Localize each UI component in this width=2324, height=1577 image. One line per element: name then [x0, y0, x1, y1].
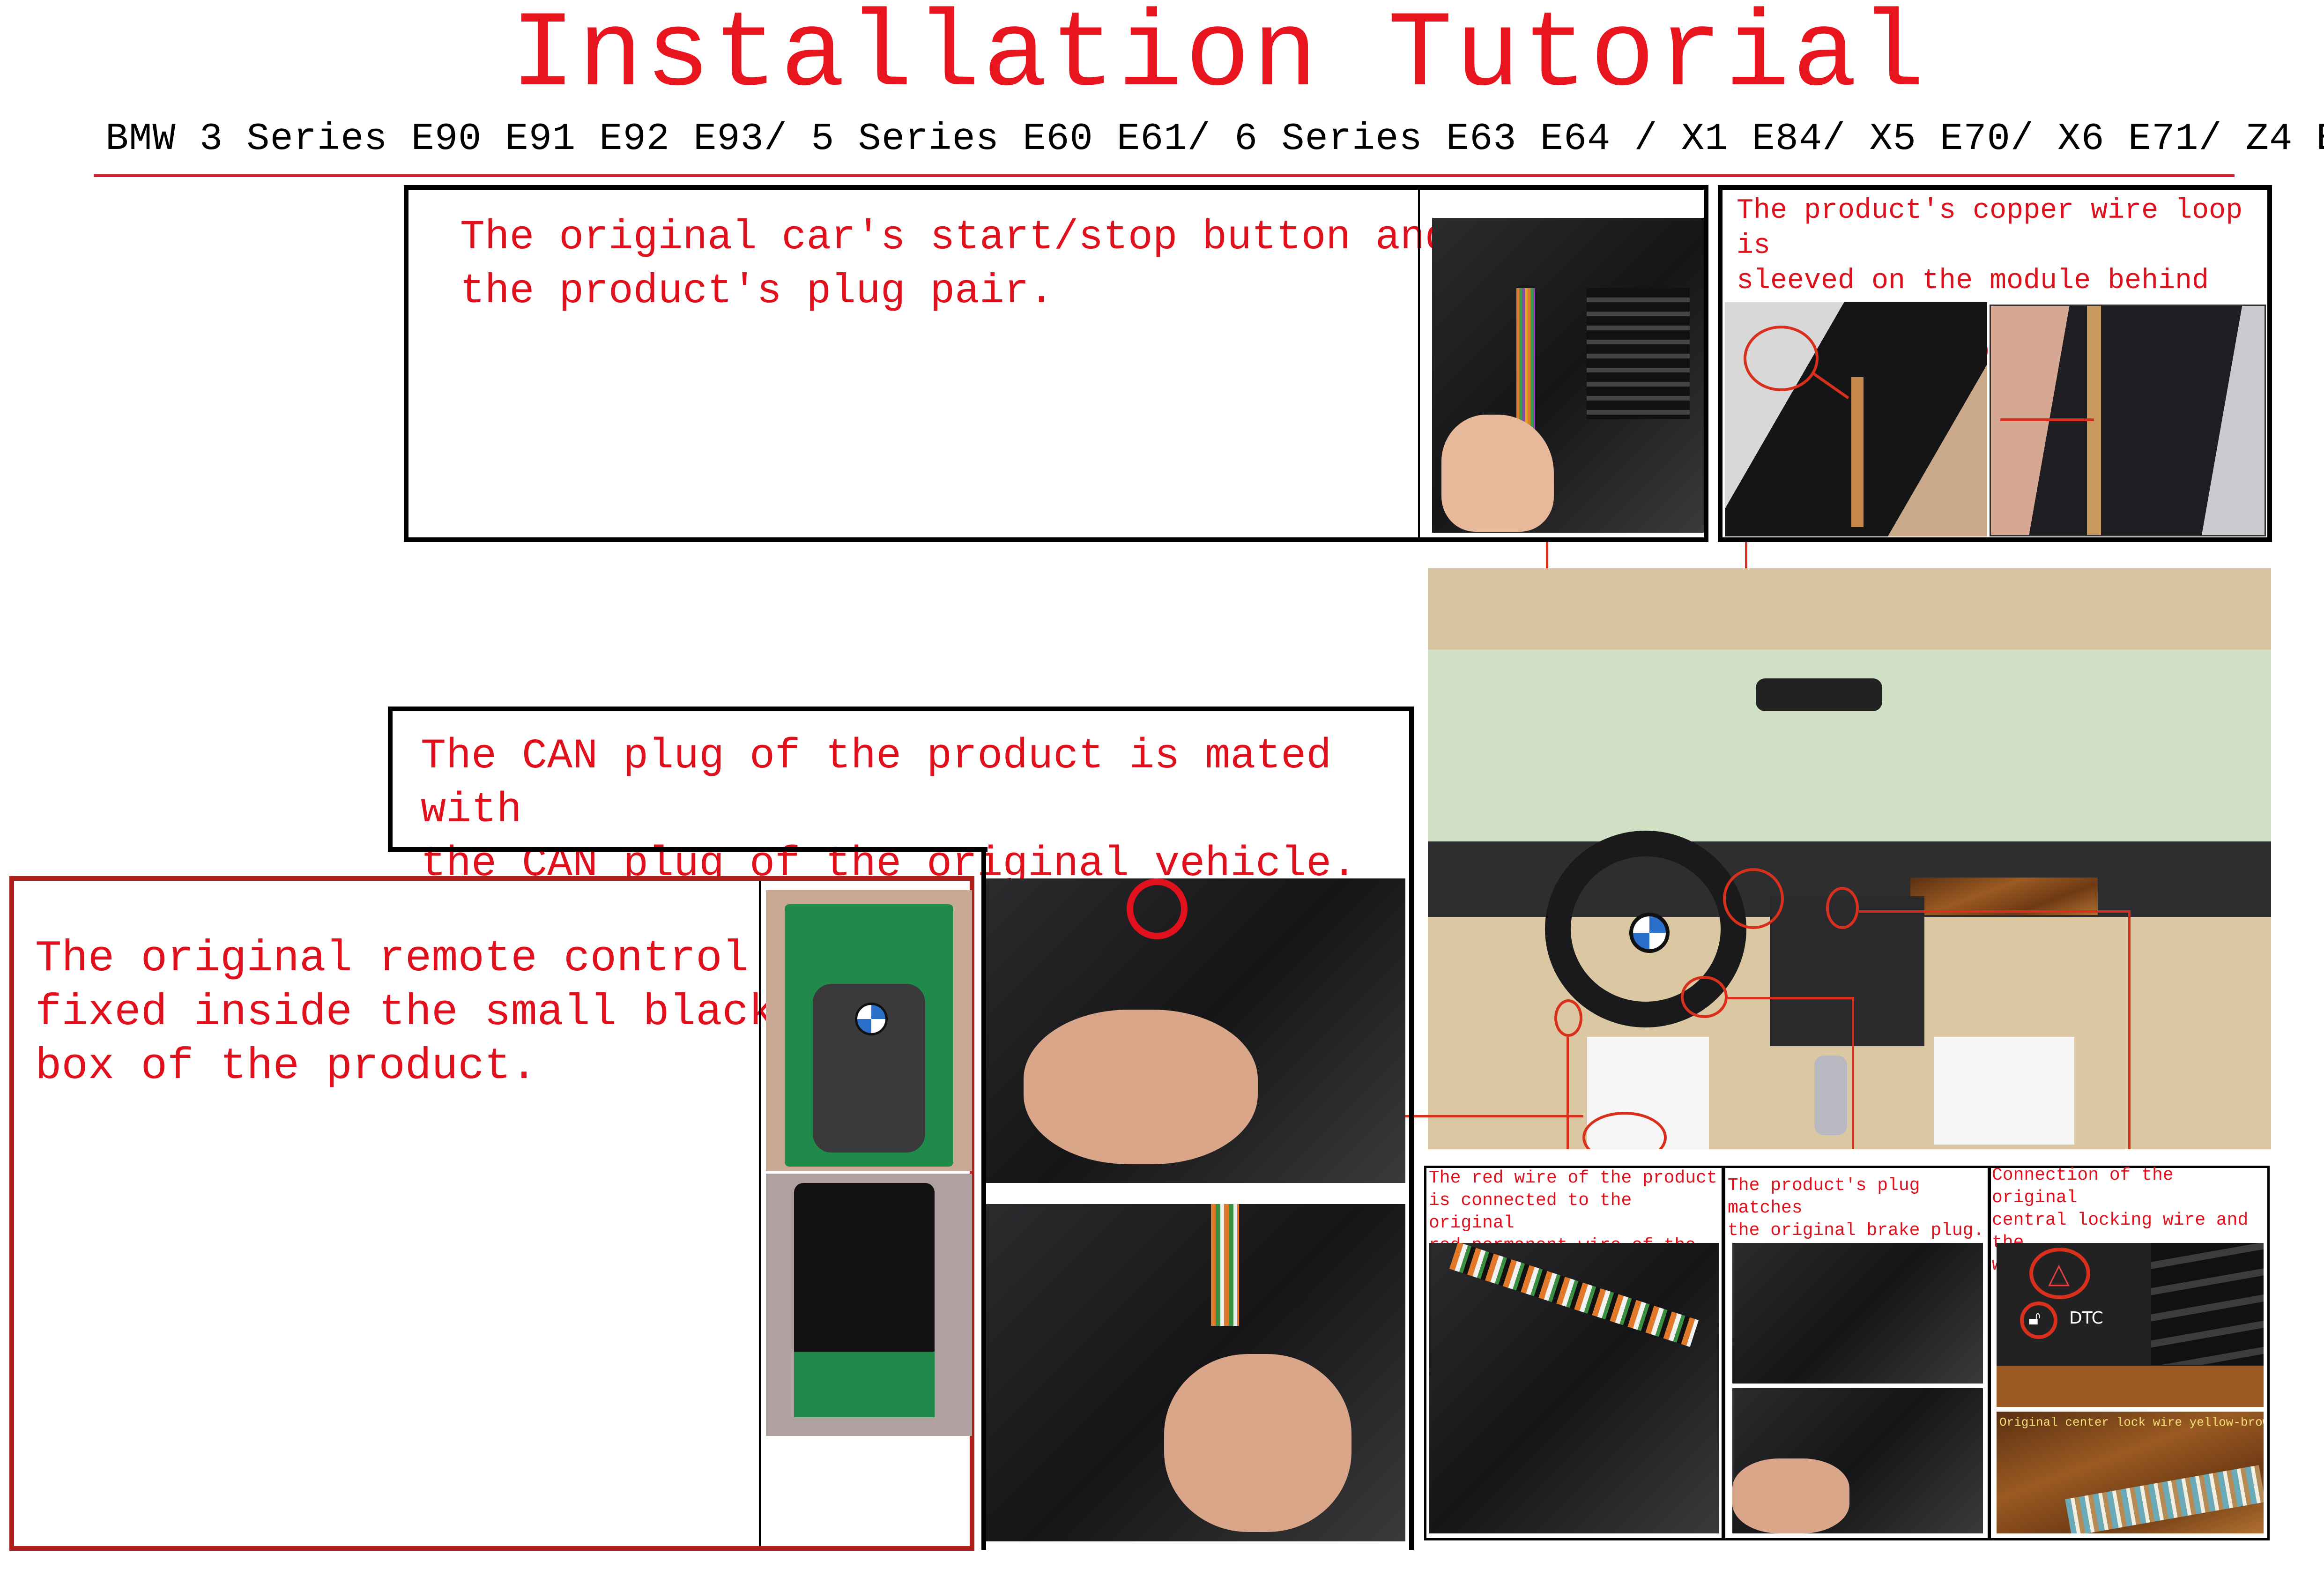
- brake-plug-photo-2: [1732, 1388, 1983, 1533]
- remote-caption: The original remote control is fixed ins…: [35, 934, 828, 1092]
- brake-plug-panel: The product's plug matches the original …: [1723, 1166, 1990, 1540]
- remote-panel: The original remote control is fixed ins…: [9, 876, 974, 1551]
- floor-mat-right: [1934, 1037, 2074, 1145]
- lock-icon: 🔓︎: [2028, 1308, 2041, 1329]
- red-wire-photo: [1429, 1243, 1719, 1533]
- start-stop-caption: The original car's start/stop button and…: [460, 215, 1450, 315]
- copper-closeup-photo: [1990, 305, 2266, 536]
- red-wire-marker: [1554, 999, 1582, 1037]
- rearview-mirror: [1756, 678, 1882, 711]
- connector-lock-h: [1859, 910, 2131, 913]
- wire-bundle: [2065, 1465, 2264, 1533]
- connector-brake-v: [1852, 997, 1854, 1149]
- pointer-arrow: [1813, 372, 1849, 400]
- remote-panel-divider: [759, 881, 761, 1546]
- copper-loop-panel: The product's copper wire loop is sleeve…: [1718, 185, 2272, 542]
- start-button-marker: [1723, 868, 1784, 929]
- cabin-interior-photo: [1428, 568, 2271, 1149]
- pointer-line: [2000, 418, 2094, 421]
- can-plug-photo-1: [986, 878, 1405, 1183]
- page-title: Installation Tutorial: [511, 0, 1928, 117]
- panel-divider: [1418, 190, 1420, 537]
- central-lock-panel: Connection of the original central locki…: [1989, 1165, 2270, 1540]
- dtc-panel-photo: △ 🔓︎ DTC: [1997, 1243, 2264, 1407]
- lock-button-marker: [1826, 887, 1859, 929]
- copper-loop: [1851, 377, 1864, 527]
- hand: [1732, 1458, 1849, 1533]
- brake-plug-caption: The product's plug matches the original …: [1728, 1175, 1984, 1241]
- gear-shifter: [1814, 1056, 1847, 1135]
- wire-harness: [1449, 1243, 1699, 1347]
- bmw-logo: [1629, 913, 1670, 953]
- connector-can-h: [1405, 1115, 1583, 1117]
- highlight-circle: [1744, 326, 1819, 391]
- lock-wire-label: Original center lock wire yellow-brown: [1999, 1415, 2264, 1429]
- remote-photo-1: [766, 890, 972, 1171]
- can-panel-right-border: [1409, 707, 1414, 1550]
- wire-bundle: [1211, 1204, 1239, 1326]
- start-stop-photo: [1432, 218, 1704, 533]
- brake-marker: [1681, 976, 1728, 1018]
- dtc-button-label: DTC: [2069, 1309, 2103, 1328]
- can-plug-marker: [1127, 878, 1188, 939]
- start-stop-panel: The original car's start/stop button and…: [404, 185, 1708, 542]
- lock-wire-photo: Original center lock wire yellow-brown: [1997, 1412, 2264, 1533]
- connector-redwire-v: [1567, 1037, 1569, 1149]
- black-box-wrap: [794, 1183, 935, 1370]
- header-divider: [94, 174, 2235, 177]
- can-plug-panel: The CAN plug of the product is mated wit…: [388, 707, 1414, 888]
- hand: [1441, 415, 1554, 532]
- hazard-icon: △: [2048, 1257, 2070, 1290]
- air-vent: [1587, 288, 1690, 419]
- can-plug-caption: The CAN plug of the product is mated wit…: [421, 733, 1357, 888]
- brake-plug-photo-1: [1732, 1243, 1983, 1384]
- connector-brake-h: [1728, 997, 1854, 999]
- air-vent: [2151, 1243, 2264, 1365]
- can-panel-inner-border: [981, 847, 986, 1550]
- hand: [1164, 1354, 1351, 1532]
- pcb-board: [794, 1352, 935, 1417]
- hand: [1024, 1010, 1258, 1164]
- can-panel-bottom-border: [388, 847, 988, 852]
- vehicle-models: BMW 3 Series E90 E91 E92 E93/ 5 Series E…: [105, 117, 2324, 161]
- bmw-logo: [855, 1003, 888, 1035]
- wood-trim: [1910, 878, 2098, 915]
- module-photo: [1725, 302, 1987, 536]
- remote-photo-2: [766, 1174, 972, 1436]
- can-plug-photo-2: [986, 1204, 1405, 1541]
- copper-strip: [2087, 306, 2101, 535]
- connector-lock-v: [2128, 910, 2131, 1149]
- red-wire-panel: The red wire of the product is connected…: [1424, 1166, 1724, 1540]
